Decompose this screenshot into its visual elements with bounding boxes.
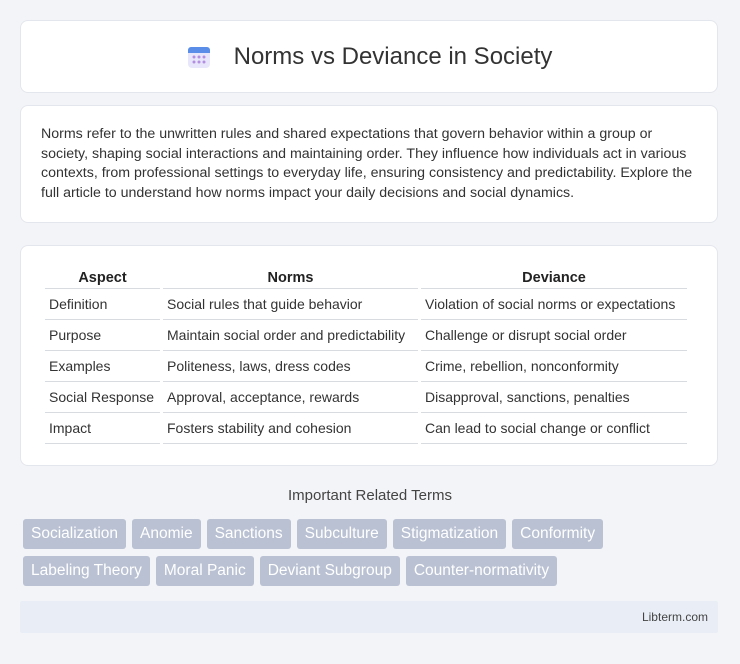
table-cell: Challenge or disrupt social order — [421, 320, 687, 351]
table-cell: Crime, rebellion, nonconformity — [421, 351, 687, 382]
table-cell: Fosters stability and cohesion — [163, 413, 418, 444]
comparison-table: Aspect Norms Deviance Definition Social … — [42, 266, 690, 444]
related-term-tag[interactable]: Socialization — [23, 519, 127, 549]
related-term-tag[interactable]: Deviant Subgroup — [259, 556, 400, 586]
table-cell: Politeness, laws, dress codes — [163, 351, 418, 382]
related-term-tag[interactable]: Conformity — [512, 519, 604, 549]
related-term-tag[interactable]: Counter-normativity — [405, 556, 558, 586]
table-cell: Maintain social order and predictability — [163, 320, 418, 351]
column-header-aspect: Aspect — [45, 266, 160, 289]
comparison-card: Aspect Norms Deviance Definition Social … — [20, 245, 718, 466]
table-cell: Social Response — [45, 382, 160, 413]
column-header-norms: Norms — [163, 266, 418, 289]
table-cell: Definition — [45, 289, 160, 320]
table-header-row: Aspect Norms Deviance — [45, 266, 687, 289]
related-term-tag[interactable]: Stigmatization — [392, 519, 507, 549]
table-row: Purpose Maintain social order and predic… — [45, 320, 687, 351]
page-title: Norms vs Deviance in Society — [233, 42, 553, 70]
table-cell: Examples — [45, 351, 160, 382]
calendar-icon — [187, 46, 210, 68]
intro-card: Norms refer to the unwritten rules and s… — [20, 105, 718, 223]
table-row: Definition Social rules that guide behav… — [45, 289, 687, 320]
table-row: Examples Politeness, laws, dress codes C… — [45, 351, 687, 382]
table-row: Social Response Approval, acceptance, re… — [45, 382, 687, 413]
table-cell: Purpose — [45, 320, 160, 351]
table-cell: Impact — [45, 413, 160, 444]
related-terms-title: Important Related Terms — [288, 487, 452, 504]
table-row: Impact Fosters stability and cohesion Ca… — [45, 413, 687, 444]
related-terms-list: Socialization Anomie Sanctions Subcultur… — [23, 519, 723, 586]
title-card: Norms vs Deviance in Society — [20, 20, 718, 93]
footer-brand-link[interactable]: Libterm.com — [642, 610, 708, 624]
footer: Libterm.com — [20, 601, 718, 633]
table-cell: Disapproval, sanctions, penalties — [421, 382, 687, 413]
table-cell: Can lead to social change or conflict — [421, 413, 687, 444]
table-cell: Social rules that guide behavior — [163, 289, 418, 320]
related-term-tag[interactable]: Subculture — [296, 519, 387, 549]
related-term-tag[interactable]: Anomie — [132, 519, 201, 549]
related-term-tag[interactable]: Sanctions — [206, 519, 291, 549]
column-header-deviance: Deviance — [421, 266, 687, 289]
related-term-tag[interactable]: Moral Panic — [155, 556, 254, 586]
related-term-tag[interactable]: Labeling Theory — [23, 556, 150, 586]
table-cell: Violation of social norms or expectation… — [421, 289, 687, 320]
intro-text: Norms refer to the unwritten rules and s… — [41, 126, 693, 201]
table-cell: Approval, acceptance, rewards — [163, 382, 418, 413]
